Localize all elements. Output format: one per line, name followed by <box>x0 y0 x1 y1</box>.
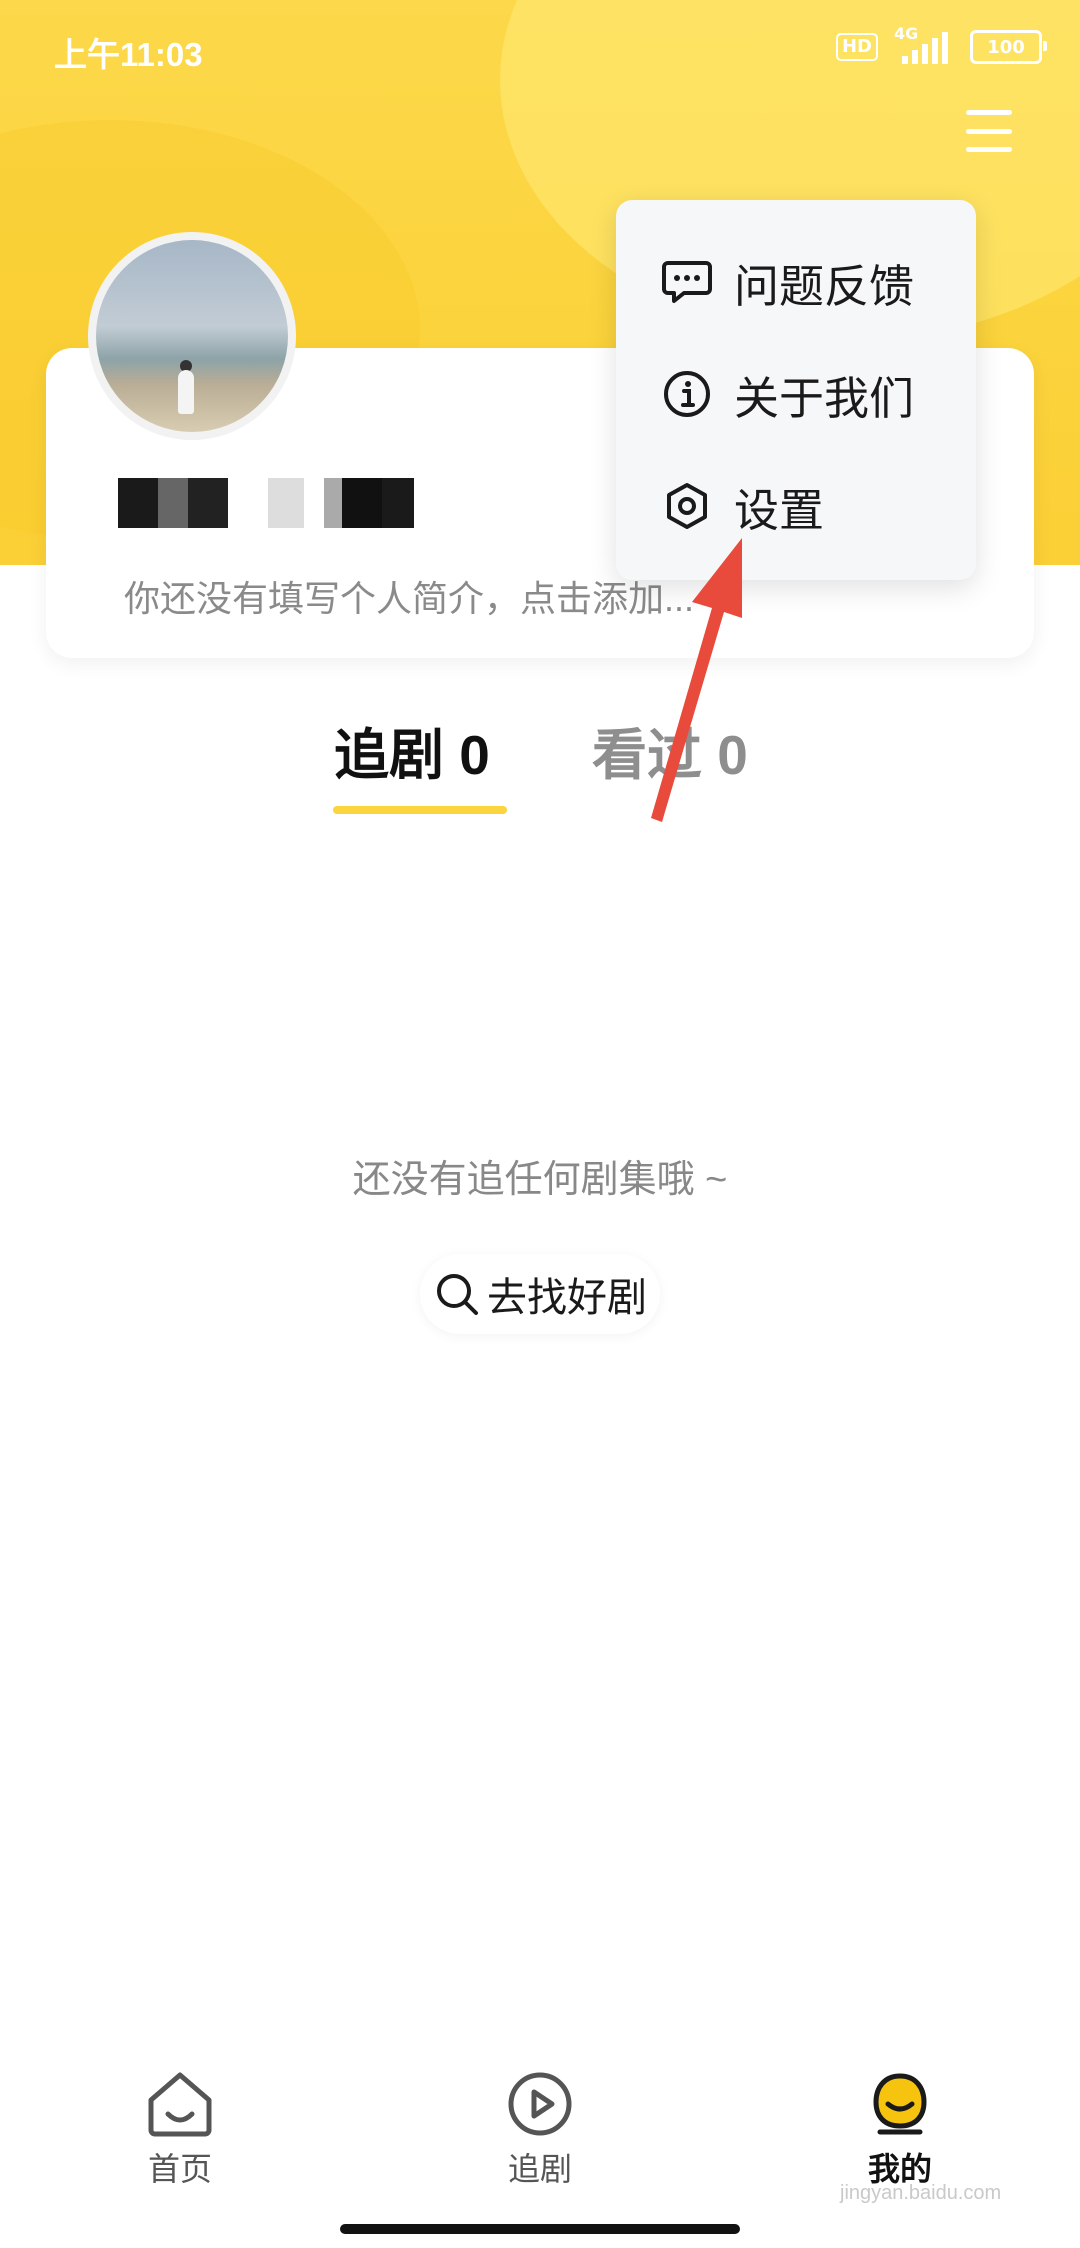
hd-icon: HD <box>835 33 878 61</box>
search-icon <box>437 1274 478 1315</box>
battery-icon: 100 <box>970 30 1047 64</box>
tab-watched[interactable]: 看过 0 <box>592 710 748 790</box>
empty-state-message: 还没有追任何剧集哦 ~ <box>352 1159 728 1201</box>
nickname-redacted <box>118 478 414 528</box>
status-icons: HD 4G 100 <box>835 24 1047 64</box>
home-icon <box>148 2072 212 2137</box>
menu-item-label: 关于我们 <box>734 372 915 424</box>
home-indicator[interactable] <box>340 2224 740 2234</box>
menu-icon[interactable] <box>966 110 1012 152</box>
tab-indicator <box>333 806 507 814</box>
menu-item-feedback[interactable]: 问题反馈 <box>616 232 976 332</box>
menu-item-label: 问题反馈 <box>734 260 915 312</box>
chat-bubble-icon <box>660 255 714 309</box>
nav-label: 追剧 <box>507 2151 572 2187</box>
play-icon <box>508 2072 572 2136</box>
menu-item-label: 设置 <box>734 484 825 536</box>
dropdown-menu: 问题反馈 关于我们 设置 <box>616 200 976 580</box>
menu-item-about[interactable]: 关于我们 <box>616 344 976 444</box>
watermark: jingyan.baidu.com <box>840 2182 1002 2204</box>
find-shows-label: 去找好剧 <box>487 1276 647 1320</box>
info-icon <box>660 367 714 421</box>
nav-label: 首页 <box>147 2151 212 2187</box>
status-bar: 上午11:03 HD 4G 100 <box>0 0 1080 96</box>
signal-icon: 4G <box>892 24 956 64</box>
settings-icon <box>660 479 714 533</box>
nav-home[interactable]: 首页 <box>80 2070 280 2190</box>
menu-item-settings[interactable]: 设置 <box>616 456 976 556</box>
tab-following[interactable]: 追剧 0 <box>334 710 490 790</box>
profile-icon <box>873 2073 927 2135</box>
avatar[interactable] <box>88 232 296 440</box>
find-shows-button[interactable]: 去找好剧 <box>420 1254 660 1334</box>
tab-bar: 追剧 0 看过 0 <box>0 700 1080 820</box>
nav-profile[interactable]: 我的 <box>800 2070 1000 2190</box>
nav-following[interactable]: 追剧 <box>440 2070 640 2190</box>
status-time: 上午11:03 <box>54 36 203 73</box>
bio-text[interactable]: 你还没有填写个人简介，点击添加... <box>124 570 694 622</box>
